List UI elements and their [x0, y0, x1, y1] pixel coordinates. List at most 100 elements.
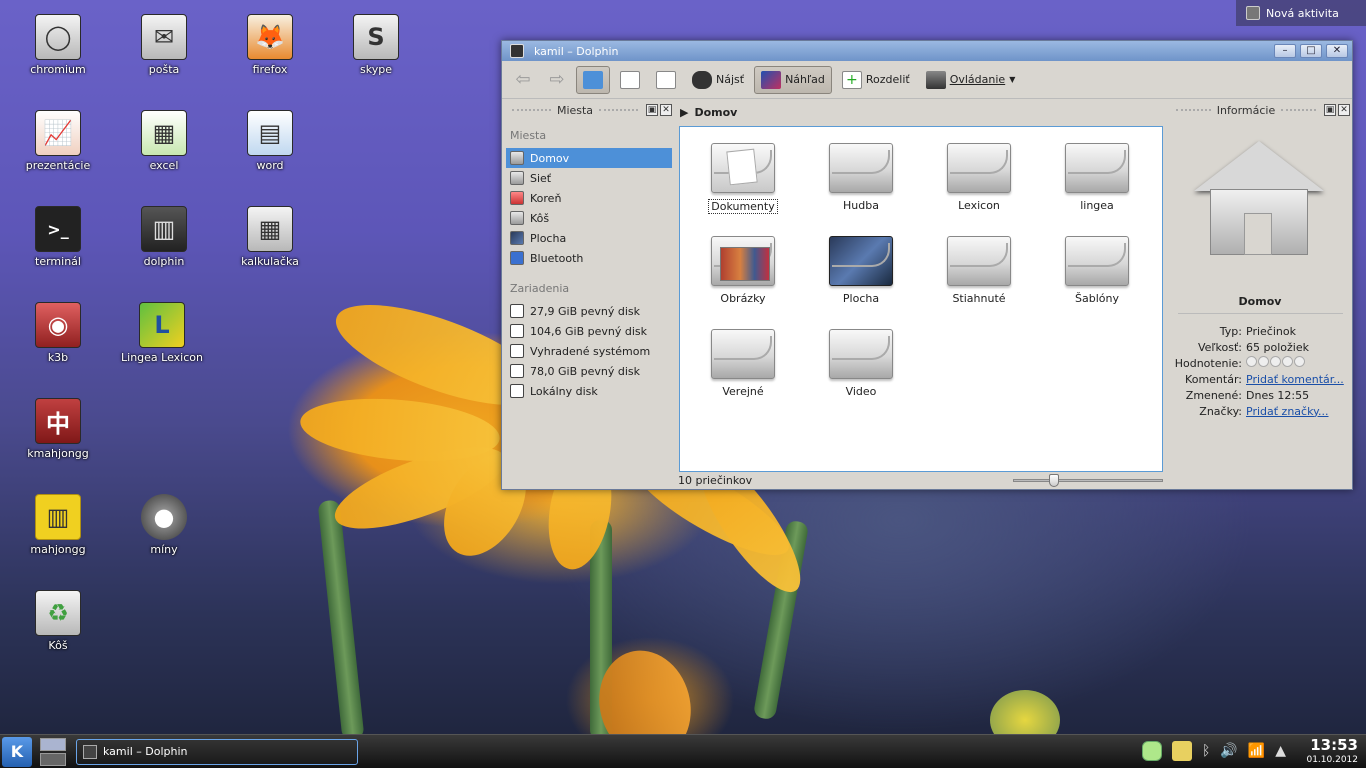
- find-button[interactable]: Nájsť: [686, 66, 750, 94]
- maximize-button[interactable]: □: [1300, 44, 1322, 58]
- taskbar: K kamil – Dolphin ᛒ 🔊 📶 ▲ 13:53 01.10.20…: [0, 734, 1366, 768]
- panel-close-button[interactable]: ✕: [1338, 104, 1351, 116]
- file-cabinet-icon: ▥: [141, 206, 187, 252]
- hard-disk-icon: [510, 324, 524, 338]
- window-titlebar[interactable]: kamil – Dolphin – □ ✕: [502, 41, 1352, 61]
- activity-icon: [1246, 6, 1260, 20]
- panel-close-button[interactable]: ✕: [660, 104, 673, 116]
- zoom-slider[interactable]: [1013, 474, 1163, 487]
- wifi-icon[interactable]: 📶: [1248, 743, 1265, 759]
- folder-item[interactable]: lingea: [1038, 143, 1156, 212]
- desktop-icon-word[interactable]: ▤ word: [220, 110, 320, 172]
- task-dolphin[interactable]: kamil – Dolphin: [76, 738, 358, 765]
- details-view-button[interactable]: [614, 66, 646, 94]
- places-item-koren[interactable]: Koreň: [506, 188, 672, 208]
- desktop-icon-skype[interactable]: Sskype: [326, 14, 426, 76]
- window-title: kamil – Dolphin: [534, 44, 619, 58]
- folder-icon: [947, 236, 1011, 286]
- icons-view-icon: [583, 70, 603, 89]
- pager-desktop-1[interactable]: [40, 737, 66, 751]
- device-item[interactable]: Lokálny disk: [506, 381, 672, 401]
- bluetooth-icon: [510, 251, 524, 265]
- breadcrumb[interactable]: ▶ Domov: [678, 101, 1164, 123]
- trash-icon: [510, 211, 524, 225]
- hard-disk-icon: [510, 384, 524, 398]
- volume-icon[interactable]: 🔊: [1220, 743, 1237, 759]
- minimize-button[interactable]: –: [1274, 44, 1296, 58]
- preview-button[interactable]: Náhľad: [754, 65, 832, 94]
- calculator-icon: ▦: [247, 206, 293, 252]
- places-item-bluetooth[interactable]: Bluetooth: [506, 248, 672, 268]
- device-item[interactable]: Vyhradené systémom: [506, 341, 672, 361]
- device-item[interactable]: 78,0 GiB pevný disk: [506, 361, 672, 381]
- desktop-icon-kmahjongg[interactable]: 中 kmahjongg: [8, 398, 108, 460]
- add-comment-link[interactable]: Pridať komentár...: [1246, 373, 1344, 386]
- folder-item[interactable]: Lexicon: [920, 143, 1038, 212]
- tray-expand-icon[interactable]: ▲: [1275, 743, 1286, 759]
- info-panel-title: Informácie: [1216, 103, 1276, 117]
- clock[interactable]: 13:53 01.10.2012: [1306, 736, 1358, 766]
- panel-float-button[interactable]: ▣: [1324, 104, 1337, 116]
- desktop-icon-mahjongg[interactable]: ▥ mahjongg: [8, 494, 108, 556]
- back-button[interactable]: ⇦: [508, 69, 538, 90]
- dolphin-app-icon[interactable]: [510, 44, 524, 58]
- presentation-icon: 📈: [35, 110, 81, 156]
- folder-item[interactable]: Hudba: [802, 143, 920, 212]
- device-item[interactable]: 27,9 GiB pevný disk: [506, 301, 672, 321]
- desktop-icon-excel[interactable]: ▦ excel: [114, 110, 214, 172]
- folder-item[interactable]: Video: [802, 329, 920, 398]
- info-item-name: Domov: [1238, 295, 1282, 308]
- file-icons-view[interactable]: Dokumenty Hudba Lexicon lingea Obrázky P…: [679, 126, 1163, 472]
- folder-item[interactable]: Obrázky: [684, 236, 802, 305]
- desktop-icon-lingea[interactable]: L Lingea Lexicon: [112, 302, 212, 364]
- control-menu-button[interactable]: Ovládanie ▼: [920, 66, 1022, 94]
- icons-view-button[interactable]: [576, 65, 610, 94]
- file-view-area: ▶ Domov Dokumenty Hudba Lexicon lingea Ob…: [678, 101, 1164, 487]
- panel-float-button[interactable]: ▣: [646, 104, 659, 116]
- desktop-icon-prezentacie[interactable]: 📈 prezentácie: [8, 110, 108, 172]
- folder-item[interactable]: Verejné: [684, 329, 802, 398]
- star-icon: [1294, 356, 1305, 367]
- places-item-plocha[interactable]: Plocha: [506, 228, 672, 248]
- folder-item[interactable]: Dokumenty: [684, 143, 802, 214]
- new-activity-button[interactable]: Nová aktivita: [1236, 0, 1366, 26]
- split-icon: +: [841, 70, 862, 89]
- desktop-icon-k3b[interactable]: ◉ k3b: [8, 302, 108, 364]
- forward-button[interactable]: ⇨: [542, 69, 572, 90]
- split-button[interactable]: + Rozdeliť: [836, 66, 916, 94]
- rating-stars[interactable]: [1246, 356, 1306, 370]
- columns-view-button[interactable]: [650, 66, 682, 94]
- folder-item[interactable]: Plocha: [802, 236, 920, 305]
- status-bar: 10 priečinkov: [678, 473, 1164, 487]
- places-item-domov[interactable]: Domov: [506, 148, 672, 168]
- star-icon: [1270, 356, 1281, 367]
- device-item[interactable]: 104,6 GiB pevný disk: [506, 321, 672, 341]
- mine-icon: ●: [141, 494, 187, 540]
- desktop-icon-terminal[interactable]: >_ terminál: [8, 206, 108, 268]
- pager-desktop-2[interactable]: [40, 752, 66, 766]
- places-item-kos[interactable]: Kôš: [506, 208, 672, 228]
- clock-time: 13:53: [1310, 736, 1358, 754]
- info-row-rating: Hodnotenie:: [1170, 355, 1350, 371]
- places-item-siet[interactable]: Sieť: [506, 168, 672, 188]
- root-folder-icon: [510, 191, 524, 205]
- desktop-icon-posta[interactable]: ✉ pošta: [114, 14, 214, 76]
- desktop-icon-miny[interactable]: ● míny: [114, 494, 214, 556]
- updates-tray-icon[interactable]: [1171, 741, 1192, 761]
- close-button[interactable]: ✕: [1326, 44, 1348, 58]
- folder-icon: [947, 143, 1011, 193]
- desktop-icon-dolphin[interactable]: ▥ dolphin: [114, 206, 214, 268]
- add-tags-link[interactable]: Pridať značky...: [1246, 405, 1329, 418]
- bluetooth-icon[interactable]: ᛒ: [1202, 743, 1210, 759]
- desktop-icon-kos[interactable]: ♻ Kôš: [8, 590, 108, 652]
- desktop-icon-kalkulacka[interactable]: ▦ kalkulačka: [220, 206, 320, 268]
- folder-item[interactable]: Stiahnuté: [920, 236, 1038, 305]
- desktop-icon-chromium[interactable]: ◯ chromium: [8, 14, 108, 76]
- places-panel-header: Miesta ▣ ✕: [506, 101, 673, 119]
- kde-menu-button[interactable]: K: [2, 736, 32, 767]
- notes-tray-icon[interactable]: [1141, 741, 1162, 761]
- desktop-icon-firefox[interactable]: 🦊 firefox: [220, 14, 320, 76]
- folder-item[interactable]: Šablóny: [1038, 236, 1156, 305]
- zoom-slider-handle[interactable]: [1049, 474, 1059, 487]
- desktop-pager[interactable]: [40, 737, 66, 766]
